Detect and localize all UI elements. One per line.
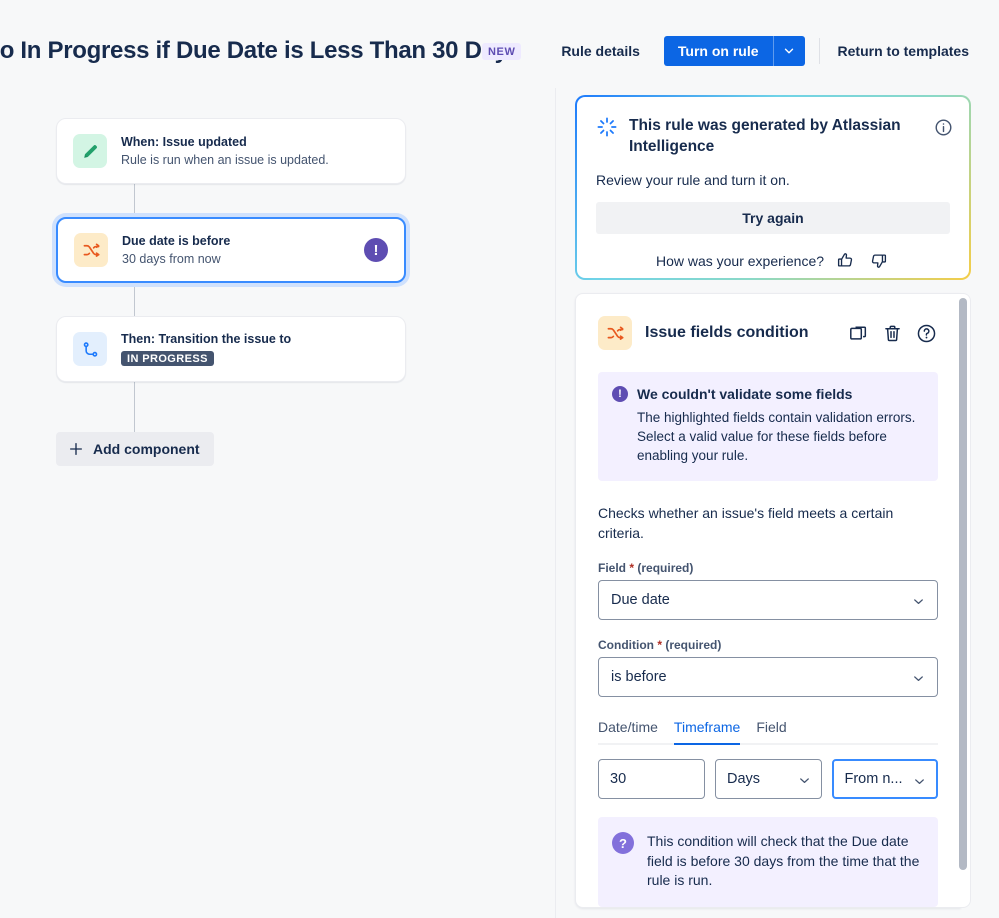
turn-on-rule-dropdown-button[interactable] bbox=[772, 36, 805, 66]
ai-card-title: This rule was generated by Atlassian Int… bbox=[629, 117, 901, 155]
anchor-select-value: From n... bbox=[844, 771, 903, 787]
anchor-select[interactable]: From n... bbox=[831, 759, 938, 799]
error-exclamation-icon: ! bbox=[612, 386, 628, 402]
branch-icon bbox=[73, 332, 107, 366]
chevron-down-icon bbox=[784, 48, 794, 54]
status-badge: IN PROGRESS bbox=[121, 351, 214, 366]
condition-panel-title: Issue fields condition bbox=[645, 324, 809, 341]
field-label: Field * (required) bbox=[598, 561, 938, 575]
flow-node-title: Then: Transition the issue to bbox=[121, 332, 292, 346]
validation-warning-body: The highlighted fields contain validatio… bbox=[637, 410, 916, 463]
flow-node-text: When: Issue updated Rule is run when an … bbox=[121, 134, 389, 169]
flow-node-title: Due date is before bbox=[122, 233, 231, 248]
flow-connector bbox=[134, 283, 135, 316]
condition-detail-panel: Issue fields condition ! We couldn't val… bbox=[575, 293, 961, 908]
timeframe-inputs: Days From n... bbox=[598, 759, 938, 799]
condition-panel-header: Issue fields condition bbox=[598, 316, 938, 350]
trash-icon[interactable] bbox=[881, 322, 904, 345]
flow-node-condition[interactable]: Due date is before 30 days from now ! bbox=[56, 217, 406, 283]
ai-card-header: This rule was generated by Atlassian Int… bbox=[596, 115, 950, 157]
shuffle-icon bbox=[598, 316, 632, 350]
pencil-icon bbox=[73, 134, 107, 168]
condition-label: Condition * (required) bbox=[598, 638, 938, 652]
try-again-button[interactable]: Try again bbox=[596, 202, 950, 234]
tab-field[interactable]: Field bbox=[748, 715, 794, 743]
chevron-down-icon bbox=[915, 779, 924, 785]
condition-hint-box: ? This condition will check that the Due… bbox=[598, 817, 938, 907]
flow-connector bbox=[134, 184, 135, 217]
help-circle-icon: ? bbox=[612, 832, 634, 854]
right-panel: This rule was generated by Atlassian Int… bbox=[556, 88, 999, 918]
rule-details-button[interactable]: Rule details bbox=[551, 37, 650, 65]
thumbs-down-icon[interactable] bbox=[867, 249, 890, 272]
ai-sparkle-icon bbox=[597, 117, 617, 137]
panel-scrollbar-track[interactable] bbox=[956, 293, 971, 908]
flow-node-text: Then: Transition the issue to IN PROGRES… bbox=[121, 331, 389, 367]
panel-scrollbar-thumb[interactable] bbox=[959, 298, 967, 870]
flow-node-text: Due date is before 30 days from now bbox=[122, 233, 364, 268]
ai-generated-card: This rule was generated by Atlassian Int… bbox=[575, 95, 971, 280]
chevron-down-icon bbox=[914, 599, 923, 605]
validation-warning-header: ! We couldn't validate some fields bbox=[612, 386, 922, 402]
value-type-tabs: Date/time Timeframe Field bbox=[598, 715, 938, 745]
rule-flow: When: Issue updated Rule is run when an … bbox=[56, 118, 406, 466]
info-circle-icon[interactable] bbox=[934, 118, 953, 137]
shuffle-icon bbox=[74, 233, 108, 267]
help-circle-icon[interactable] bbox=[915, 322, 938, 345]
turn-on-rule-split-button: Turn on rule bbox=[663, 36, 805, 66]
condition-select-value: is before bbox=[611, 669, 667, 685]
top-bar-actions: Rule details Turn on rule Return to temp… bbox=[551, 36, 979, 66]
condition-hint-text: This condition will check that the Due d… bbox=[647, 833, 920, 888]
flow-node-subtitle: 30 days from now bbox=[122, 251, 221, 266]
ai-card-body: This rule was generated by Atlassian Int… bbox=[577, 97, 969, 278]
duplicate-icon[interactable] bbox=[847, 322, 870, 345]
new-badge: NEW bbox=[482, 43, 522, 60]
amount-input[interactable] bbox=[598, 759, 705, 799]
ai-feedback-label: How was your experience? bbox=[655, 252, 825, 269]
condition-required-note: (required) bbox=[665, 638, 722, 652]
flow-node-subtitle: Rule is run when an issue is updated. bbox=[121, 152, 329, 167]
plus-icon bbox=[70, 443, 82, 455]
field-select-value: Due date bbox=[611, 592, 670, 608]
required-star: * bbox=[653, 638, 662, 652]
ai-feedback-row: How was your experience? bbox=[596, 249, 950, 272]
toolbar-divider bbox=[818, 38, 820, 64]
page-title: to In Progress if Due Date is Less Than … bbox=[0, 37, 521, 64]
add-component-label: Add component bbox=[93, 441, 200, 457]
unit-select-value: Days bbox=[727, 771, 761, 787]
turn-on-rule-button[interactable]: Turn on rule bbox=[663, 36, 773, 66]
required-star: * bbox=[626, 561, 635, 575]
field-select[interactable]: Due date bbox=[598, 580, 938, 620]
top-bar: to In Progress if Due Date is Less Than … bbox=[0, 0, 999, 88]
error-exclamation-icon: ! bbox=[364, 238, 388, 262]
flow-connector bbox=[134, 382, 135, 432]
condition-label-text: Condition bbox=[598, 638, 654, 652]
ai-card-subtitle: Review your rule and turn it on. bbox=[596, 172, 790, 188]
condition-description: Checks whether an issue's field meets a … bbox=[598, 505, 894, 541]
add-component-button[interactable]: Add component bbox=[56, 432, 214, 466]
validation-warning-box: ! We couldn't validate some fields The h… bbox=[598, 372, 938, 481]
return-to-templates-button[interactable]: Return to templates bbox=[828, 37, 979, 65]
field-label-text: Field bbox=[598, 561, 627, 575]
rule-canvas: When: Issue updated Rule is run when an … bbox=[0, 88, 556, 918]
unit-select[interactable]: Days bbox=[715, 759, 822, 799]
chevron-down-icon bbox=[799, 778, 809, 784]
thumbs-up-icon[interactable] bbox=[834, 249, 857, 272]
chevron-down-icon bbox=[914, 676, 923, 682]
flow-node-action[interactable]: Then: Transition the issue to IN PROGRES… bbox=[56, 316, 406, 382]
field-required-note: (required) bbox=[637, 561, 694, 575]
condition-select[interactable]: is before bbox=[598, 657, 938, 697]
tab-datetime[interactable]: Date/time bbox=[598, 715, 666, 743]
flow-node-trigger[interactable]: When: Issue updated Rule is run when an … bbox=[56, 118, 406, 184]
tab-timeframe[interactable]: Timeframe bbox=[666, 715, 748, 745]
flow-node-title: When: Issue updated bbox=[121, 134, 247, 149]
condition-panel-actions bbox=[847, 322, 938, 345]
validation-warning-title: We couldn't validate some fields bbox=[637, 386, 853, 402]
